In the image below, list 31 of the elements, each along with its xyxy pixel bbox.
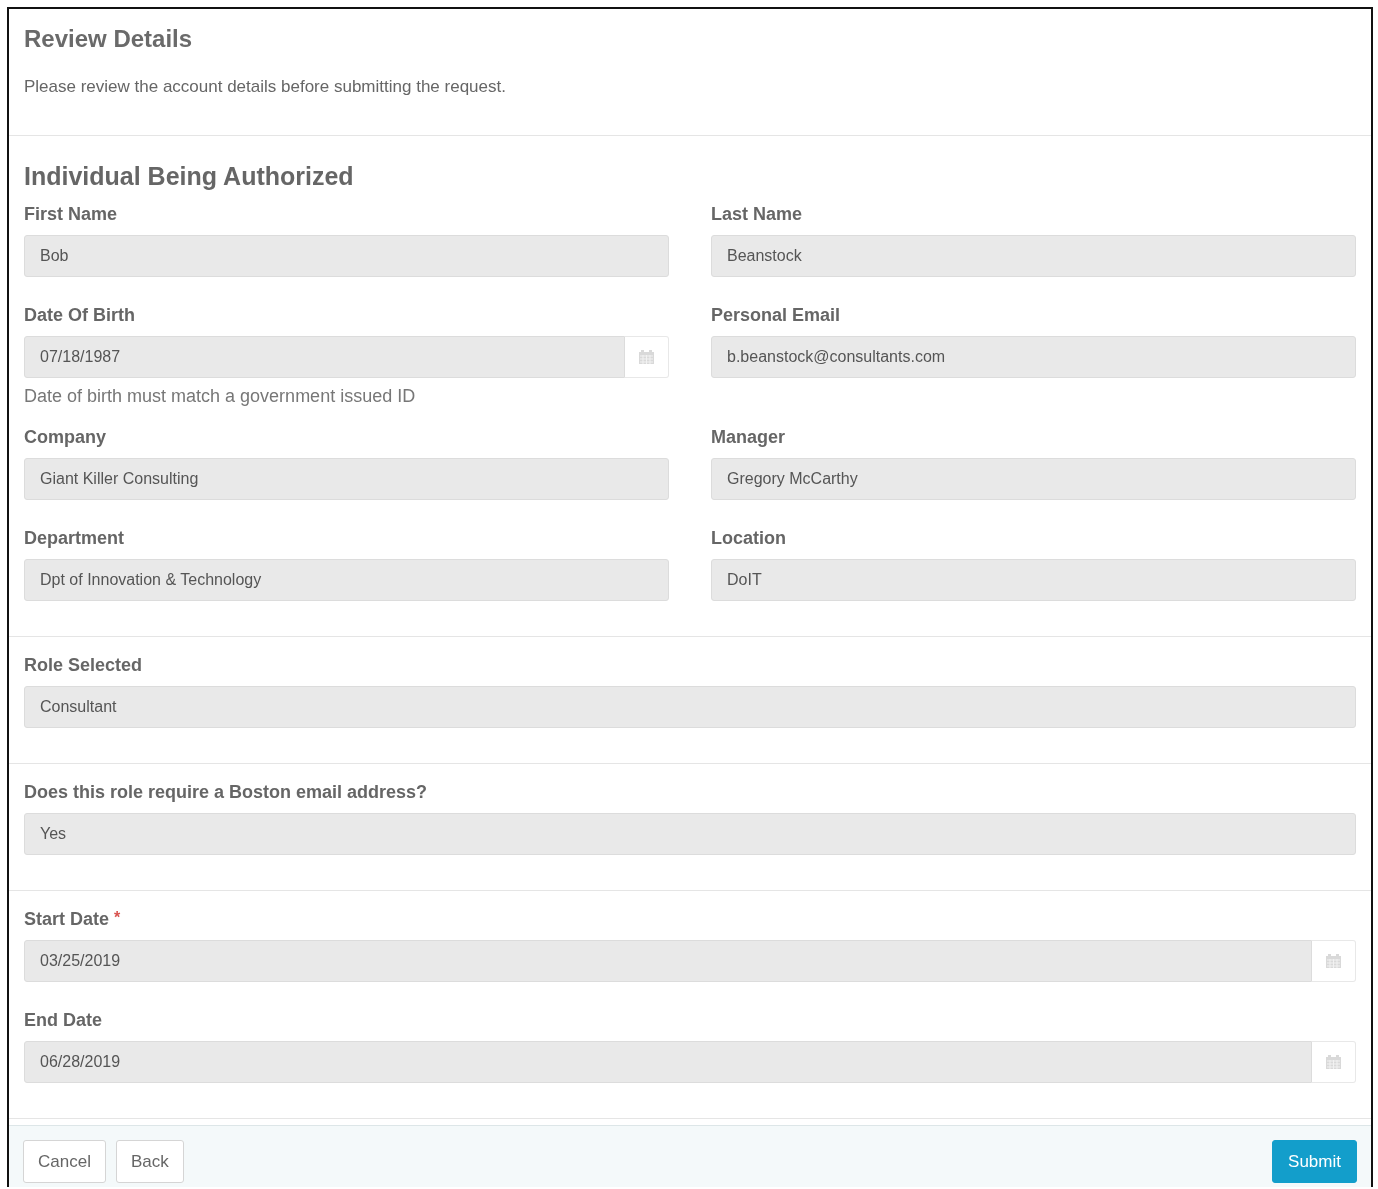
input-field[interactable]: Gregory McCarthy <box>711 458 1356 500</box>
field-label: Start Date <box>24 909 110 930</box>
page-title: Review Details <box>24 25 194 53</box>
field-label: End Date <box>24 1010 102 1031</box>
field-label: Location <box>711 528 786 549</box>
input-field[interactable]: DoIT <box>711 559 1356 601</box>
input-field[interactable]: Giant Killer Consulting <box>24 458 669 500</box>
field-label: Last Name <box>711 204 803 225</box>
field-label: Does this role require a Boston email address? <box>24 782 428 803</box>
input-field[interactable]: b.beanstock@consultants.com <box>711 336 1356 378</box>
input-field[interactable]: Yes <box>24 813 1356 855</box>
input-field[interactable]: Beanstock <box>711 235 1356 277</box>
field-label: Manager <box>711 427 786 448</box>
footer-button[interactable]: Back <box>115 1140 184 1183</box>
input-field[interactable]: Bob <box>24 235 669 277</box>
calendar-icon[interactable] <box>638 349 655 365</box>
help-text: Date of birth must match a government issued ID <box>24 386 417 407</box>
required-mark: * <box>114 909 121 928</box>
input-field[interactable]: Consultant <box>24 686 1356 728</box>
field-label: Date Of Birth <box>24 305 135 326</box>
field-label: Company <box>24 427 106 448</box>
section-heading: Individual Being Authorized <box>24 162 355 191</box>
field-label: Personal Email <box>711 305 841 326</box>
calendar-icon[interactable] <box>1325 953 1342 969</box>
intro-text: Please review the account details before submitting the request. <box>24 77 507 97</box>
input-field[interactable]: Dpt of Innovation & Technology <box>24 559 669 601</box>
field-label: First Name <box>24 204 118 225</box>
field-label: Role Selected <box>24 655 143 676</box>
calendar-icon[interactable] <box>1325 1054 1342 1070</box>
footer-button[interactable]: Cancel <box>23 1140 106 1183</box>
field-label: Department <box>24 528 125 549</box>
